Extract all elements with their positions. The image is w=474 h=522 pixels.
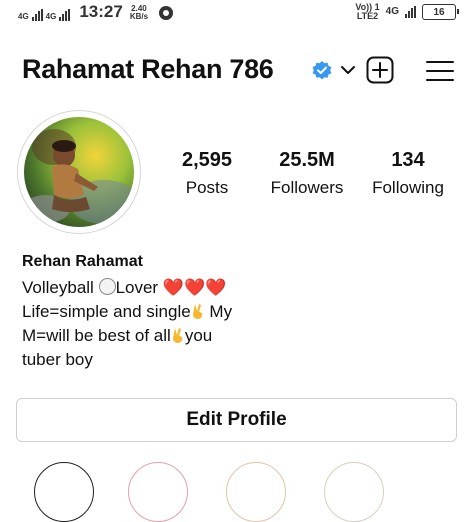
bio-line-4: tuber boy [22,350,93,369]
hamburger-menu-icon[interactable] [426,60,454,82]
signal-icon-2 [59,9,71,21]
victory-hand-icon [172,328,183,343]
bio-name: Rehan Rahamat [22,253,143,270]
chrome-icon [159,6,174,20]
bio-line-1-text: Volleyball [22,278,99,297]
network-type-2: 4G [45,12,57,21]
bio-line-1: Volleyball Lover ❤️❤️❤️ [22,276,232,300]
signal-icon-right [405,6,416,18]
followers-stat[interactable]: 25.5M Followers [262,148,352,199]
posts-count: 2,595 [181,149,233,171]
bio-line-3-text: M=will be best of all [22,326,171,345]
bio-line-2-after: My [204,302,233,321]
victory-hand-icon [192,304,202,319]
highlight-item[interactable] [324,462,384,522]
followers-count: 25.5M [279,149,335,171]
speed-unit: KB/s [129,12,149,21]
highlight-item[interactable] [128,462,188,522]
posts-label: Posts [185,178,229,197]
status-bar: 4G 4G 13:27 2.40 KB/s Vo)) 1 LTE2 4G 16 [0,0,474,28]
hearts-icon: ❤️❤️❤️ [162,278,227,297]
lte-label: LTE2 [356,11,379,21]
posts-stat[interactable]: 2,595 Posts [170,148,244,199]
volleyball-icon [98,278,116,295]
highlight-new[interactable] [34,462,94,522]
bio-line-2-text: Life=simple and single [22,302,191,321]
edit-profile-button[interactable]: Edit Profile [16,398,457,442]
volte-indicator: Vo)) 1 LTE2 [355,3,379,21]
status-left: 4G 4G 13:27 2.40 KB/s [18,2,174,21]
status-right: Vo)) 1 LTE2 4G 16 [355,3,459,21]
following-label: Following [372,178,444,197]
bio-text: Volleyball Lover ❤️❤️❤️ Life=simple and … [22,276,232,372]
chevron-down-icon[interactable] [340,62,356,78]
highlight-item[interactable] [226,462,286,522]
battery-level: 16 [433,6,445,18]
network-type-right: 4G [385,6,399,17]
bio-line-3-after: you [184,326,213,345]
profile-header: Rahamat Rehan 786 [0,52,474,92]
verified-badge-icon [312,61,332,80]
network-speed: 2.40 KB/s [130,5,148,21]
clock: 13:27 [79,2,123,21]
following-stat[interactable]: 134 Following [364,148,452,199]
following-count: 134 [391,149,425,171]
network-type: 4G [18,12,29,21]
bio-line-3: M=will be best of all you [22,324,232,348]
bio-line-1-after: Lover [115,278,163,297]
battery-icon: 16 [422,4,459,20]
signal-icon [31,9,43,21]
username[interactable]: Rahamat Rehan 786 [22,54,274,85]
avatar[interactable] [24,117,134,227]
avatar-photo [24,117,134,227]
followers-label: Followers [270,178,344,197]
bio-line-2: Life=simple and single My [22,300,232,324]
add-post-icon[interactable] [366,56,394,84]
